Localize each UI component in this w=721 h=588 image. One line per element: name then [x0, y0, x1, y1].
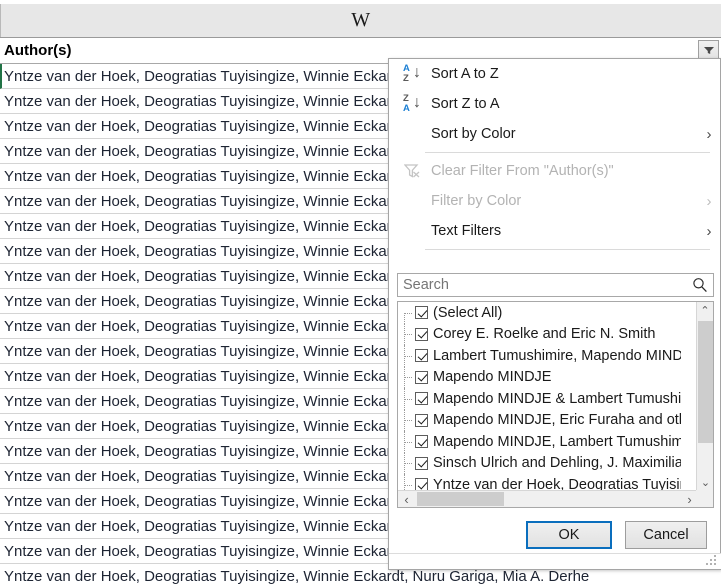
- filter-values-viewport: (Select All) Corey E. Roelke and Eric N. …: [398, 302, 681, 491]
- list-item-label: Mapendo MINDJE, Eric Furaha and others: [433, 412, 681, 429]
- checkbox-checked-icon[interactable]: [415, 327, 428, 341]
- list-vertical-scrollbar[interactable]: ⌃ ⌄: [696, 302, 713, 491]
- tree-connector: [401, 452, 415, 475]
- clear-filter-icon: [397, 163, 427, 179]
- search-icon: [687, 277, 713, 293]
- ok-button[interactable]: OK: [526, 521, 612, 549]
- cell-author-text: Yntze van der Hoek, Deogratias Tuyisingi…: [4, 567, 590, 585]
- list-item-label: Sinsch Ulrich and Dehling, J. Maximilian: [433, 455, 681, 472]
- cancel-button[interactable]: Cancel: [625, 521, 707, 549]
- menu-clear-filter[interactable]: Clear Filter From "Author(s)": [389, 156, 720, 186]
- column-title-text: Author(s): [4, 42, 72, 59]
- tree-connector: [401, 366, 415, 389]
- column-header-band: W: [0, 0, 721, 38]
- filter-values-list: (Select All) Corey E. Roelke and Eric N. …: [397, 301, 714, 508]
- checkbox-checked-icon[interactable]: [415, 349, 428, 363]
- tree-connector: [401, 323, 415, 346]
- dialog-button-row: OK Cancel: [389, 521, 721, 555]
- tree-connector: [401, 409, 415, 432]
- list-item[interactable]: Mapendo MINDJE, Eric Furaha and others: [398, 409, 681, 432]
- tree-connector: [401, 431, 415, 453]
- list-item-label: Mapendo MINDJE & Lambert Tumushimire: [433, 390, 681, 407]
- scroll-up-arrow-icon[interactable]: ⌃: [697, 302, 713, 319]
- scroll-down-arrow-icon[interactable]: ⌄: [697, 474, 713, 491]
- filter-search-box[interactable]: [397, 273, 714, 297]
- search-input[interactable]: [398, 275, 687, 295]
- horizontal-scroll-thumb[interactable]: [417, 492, 504, 506]
- sort-descending-icon: Z A ↓: [403, 92, 421, 114]
- vertical-scroll-thumb[interactable]: [698, 321, 713, 443]
- filter-arrow-icon: [703, 47, 714, 54]
- menu-text-filters-label: Text Filters: [431, 223, 502, 239]
- checkbox-checked-icon[interactable]: [415, 435, 428, 449]
- list-item-label: (Select All): [433, 304, 503, 321]
- tree-connector: [401, 345, 415, 367]
- scroll-left-arrow-icon[interactable]: ‹: [398, 491, 415, 507]
- chevron-right-icon: ›: [706, 125, 712, 143]
- chevron-right-icon-text-filters: ›: [706, 222, 712, 240]
- autofilter-dropdown-panel: A Z ↓ Sort A to Z Z A ↓ Sort Z to A Sort…: [388, 58, 721, 570]
- list-item[interactable]: Mapendo MINDJE: [398, 366, 681, 389]
- list-item[interactable]: Yntze van der Hoek, Deogratias Tuyisingi…: [398, 474, 681, 491]
- list-item[interactable]: Mapendo MINDJE, Lambert Tumushimire: [398, 431, 681, 453]
- column-letter-w[interactable]: W: [0, 4, 721, 37]
- list-item-label: Lambert Tumushimire, Mapendo MINDJE: [433, 347, 681, 364]
- list-item[interactable]: Sinsch Ulrich and Dehling, J. Maximilian: [398, 452, 681, 475]
- list-item-label: Corey E. Roelke and Eric N. Smith: [433, 326, 656, 343]
- scrollbar-corner: [696, 490, 713, 507]
- tree-connector: [401, 388, 415, 410]
- list-item-label: Mapendo MINDJE, Lambert Tumushimire: [433, 433, 681, 450]
- menu-sort-z-to-a[interactable]: Z A ↓ Sort Z to A: [389, 89, 720, 119]
- excel-autofilter-screen: W Author(s) Yntze van der Hoek, Deograti…: [0, 0, 721, 588]
- list-item-label: Yntze van der Hoek, Deogratias Tuyisingi…: [433, 476, 681, 491]
- checkbox-checked-icon[interactable]: [415, 392, 428, 406]
- sort-az-glyph-bottom: Z: [403, 72, 409, 84]
- list-horizontal-scrollbar[interactable]: ‹ ›: [398, 490, 698, 507]
- menu-text-filters[interactable]: Text Filters ›: [389, 216, 720, 246]
- sort-za-glyph-top: Z: [403, 92, 409, 104]
- menu-sort-by-color[interactable]: Sort by Color ›: [389, 119, 720, 149]
- menu-divider-1: [425, 152, 710, 153]
- sort-az-glyph-top: A: [403, 62, 410, 74]
- checkbox-checked-icon[interactable]: [415, 413, 428, 427]
- menu-sort-a-to-z-label: Sort A to Z: [431, 66, 499, 82]
- list-item-label: Mapendo MINDJE: [433, 369, 552, 386]
- menu-filter-by-color[interactable]: Filter by Color ›: [389, 186, 720, 216]
- sort-za-glyph-bottom: A: [403, 102, 410, 114]
- menu-sort-by-color-label: Sort by Color: [431, 126, 516, 142]
- checkbox-checked-icon[interactable]: [415, 370, 428, 384]
- menu-filter-by-color-label: Filter by Color: [431, 193, 522, 209]
- menu-sort-a-to-z[interactable]: A Z ↓ Sort A to Z: [389, 59, 720, 89]
- sort-ascending-icon: A Z ↓: [403, 62, 421, 84]
- chevron-right-icon-filter-color: ›: [706, 192, 712, 210]
- list-item[interactable]: (Select All): [398, 302, 681, 324]
- list-item[interactable]: Mapendo MINDJE & Lambert Tumushimire: [398, 388, 681, 410]
- resize-grip[interactable]: [706, 555, 718, 567]
- tree-connector: [401, 302, 415, 324]
- menu-clear-filter-label: Clear Filter From "Author(s)": [431, 163, 614, 179]
- list-item[interactable]: Lambert Tumushimire, Mapendo MINDJE: [398, 345, 681, 367]
- checkbox-checked-icon[interactable]: [415, 456, 428, 470]
- checkbox-checked-icon[interactable]: [415, 306, 428, 320]
- list-item[interactable]: Corey E. Roelke and Eric N. Smith: [398, 323, 681, 346]
- dialog-bottom-strip: [389, 553, 721, 569]
- tree-connector: [401, 474, 415, 491]
- menu-divider-2: [425, 249, 710, 250]
- menu-sort-z-to-a-label: Sort Z to A: [431, 96, 500, 112]
